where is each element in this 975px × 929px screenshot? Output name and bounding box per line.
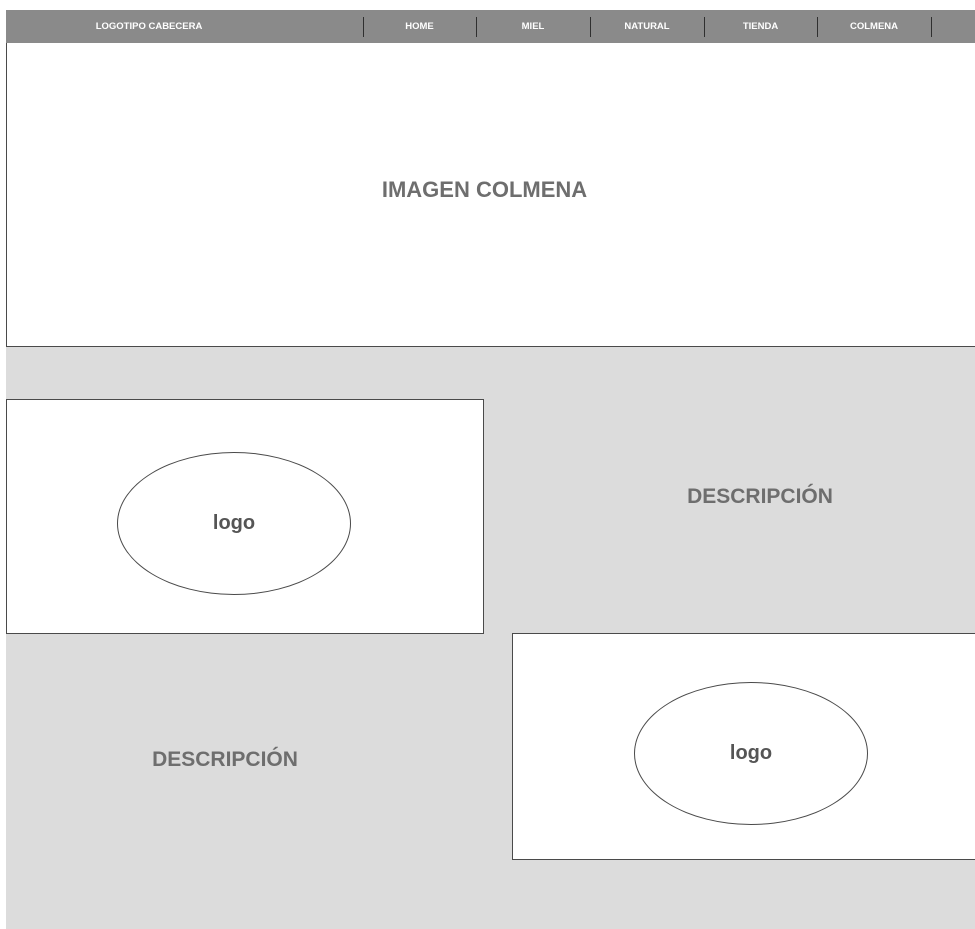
description-2: DESCRIPCIÓN: [152, 748, 298, 771]
hero-label: IMAGEN COLMENA: [381, 177, 588, 202]
logo-box-1: logo: [6, 399, 484, 634]
description-1: DESCRIPCIÓN: [687, 485, 833, 508]
nav-item-tienda[interactable]: TIENDA: [704, 10, 817, 43]
nav-item-miel[interactable]: MIEL: [476, 10, 590, 43]
header-nav-bar: LOGOTIPO CABECERA HOME MIEL NATURAL TIEN…: [6, 10, 975, 44]
logo-box-2: logo: [512, 633, 975, 860]
logo-label-1: logo: [212, 512, 256, 534]
logo-placeholder-1: logo: [117, 452, 351, 595]
header-logo[interactable]: LOGOTIPO CABECERA: [6, 10, 292, 43]
logo-placeholder-2: logo: [634, 682, 868, 825]
nav-item-colmena[interactable]: COLMENA: [817, 10, 931, 43]
nav-item-home[interactable]: HOME: [363, 10, 476, 43]
nav-separator: [931, 17, 932, 37]
page: LOGOTIPO CABECERA HOME MIEL NATURAL TIEN…: [0, 0, 975, 929]
logo-label-2: logo: [729, 742, 773, 764]
nav-item-natural[interactable]: NATURAL: [590, 10, 704, 43]
hero-image-placeholder: IMAGEN COLMENA: [6, 43, 975, 347]
